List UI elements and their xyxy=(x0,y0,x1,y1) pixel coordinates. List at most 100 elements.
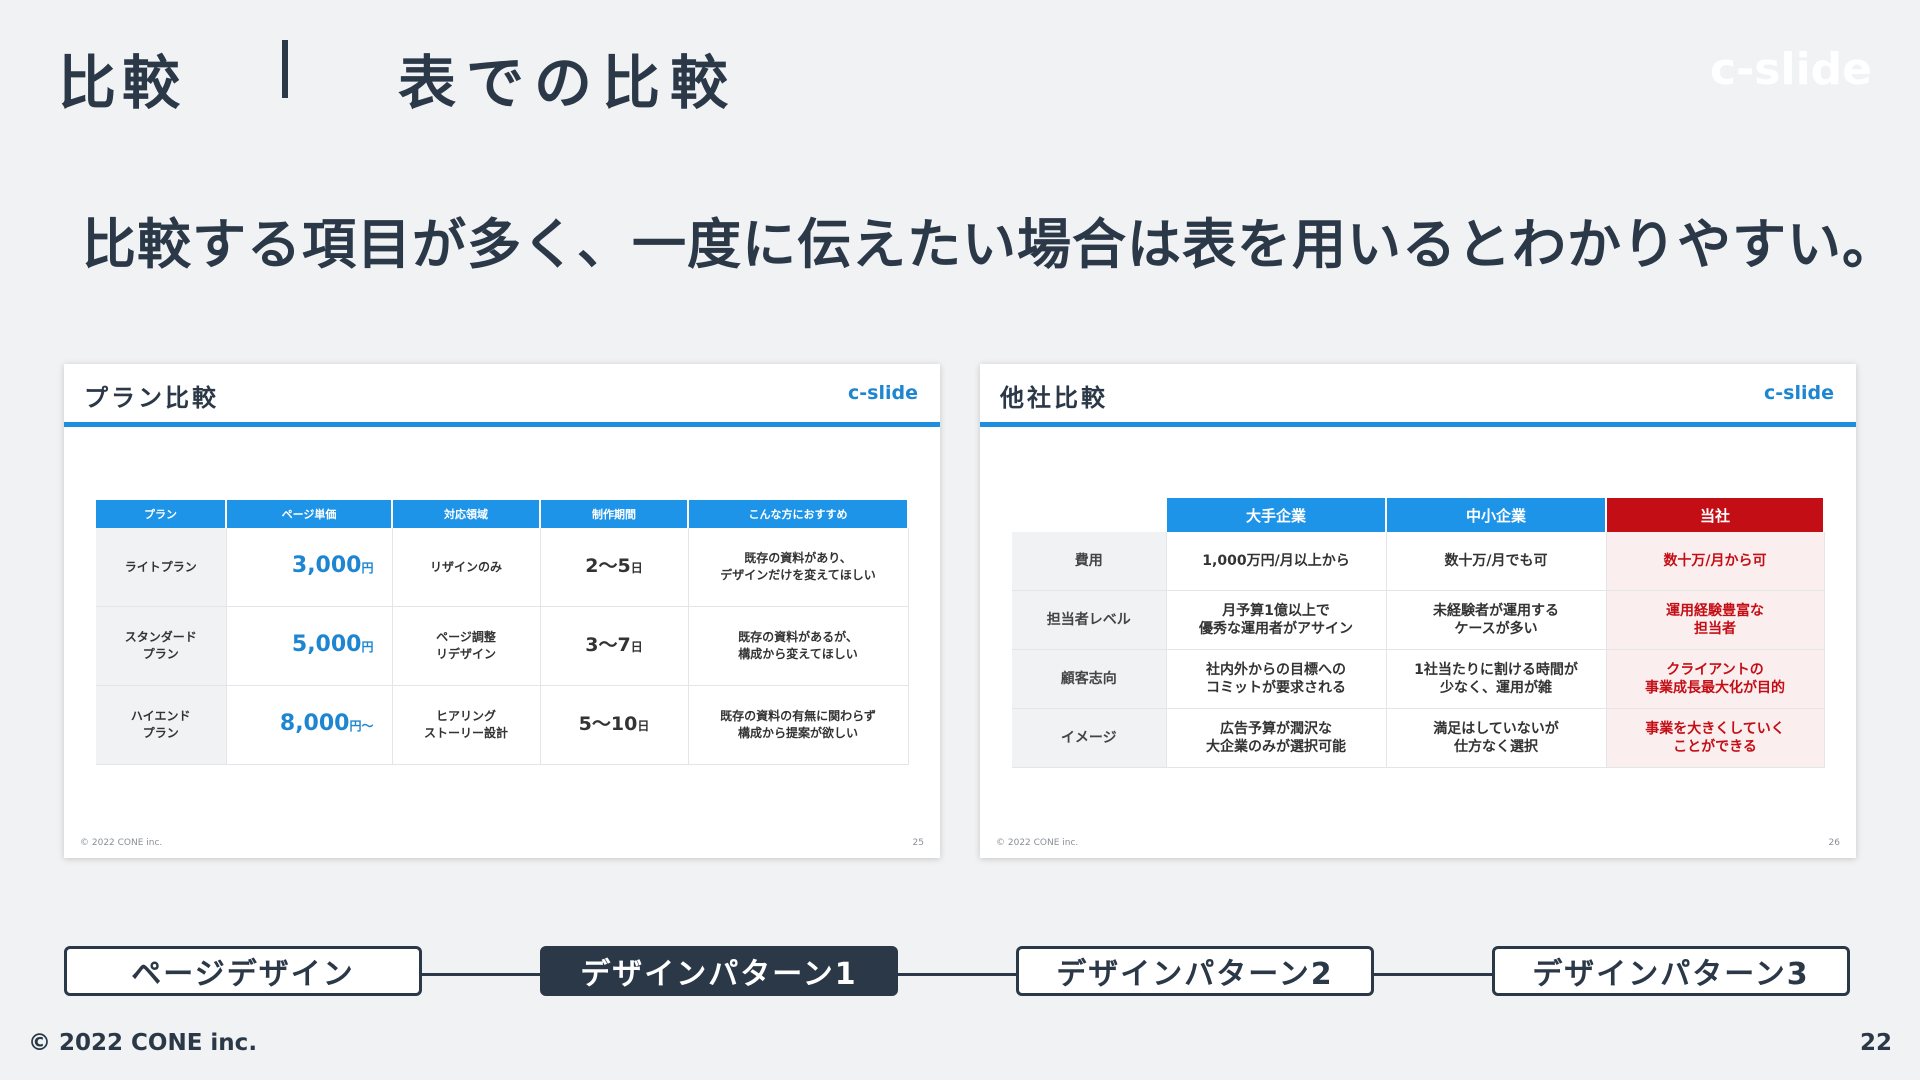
price-value: 5,000 xyxy=(291,632,362,657)
slide-page-number: 26 xyxy=(1828,838,1840,848)
period-cell: 5〜10日 xyxy=(540,685,689,765)
price-cell: 3,000円 xyxy=(226,528,393,607)
page-subtitle: 表での比較 xyxy=(398,49,739,117)
recommend-text: 既存の資料の有無に関わらず 構成から提案が欲しい xyxy=(720,709,876,740)
price-value: 3,000 xyxy=(291,553,362,578)
period-cell: 3〜7日 xyxy=(540,606,689,686)
slide-copyright: © 2022 CONE inc. xyxy=(80,838,163,848)
scope-cell: リザインのみ xyxy=(392,528,541,607)
column-header: 中小企業 xyxy=(1386,498,1607,532)
table-row: 費用 1,000万円/月以上から 数十万/月でも可 数十万/月から可 xyxy=(1012,532,1825,591)
scope-text: リザインのみ xyxy=(429,559,502,574)
row-label-cell: 担当者レベル xyxy=(1012,590,1167,650)
slide-page-number: 25 xyxy=(912,838,924,848)
scope-text: ページ調整 リデザイン xyxy=(435,630,496,661)
scope-cell: ページ調整 リデザイン xyxy=(392,606,541,686)
footer-page-number: 22 xyxy=(1859,1030,1892,1056)
row-label-cell: 費用 xyxy=(1012,532,1167,591)
small-company-cell: 数十万/月でも可 xyxy=(1386,532,1607,591)
period-unit: 日 xyxy=(630,639,643,654)
plan-table: プラン ページ単価 対応領域 制作期間 こんな方におすすめ ライトプラン 3,00… xyxy=(96,500,909,765)
column-header: 大手企業 xyxy=(1166,498,1387,532)
own-company-text: 数十万/月から可 xyxy=(1663,553,1767,569)
plan-name-cell: ハイエンド プラン xyxy=(96,685,227,765)
table-row: イメージ 広告予算が潤沢な 大企業のみが選択可能 満足はしていないが 仕方なく選択 事業を… xyxy=(1012,708,1825,768)
column-header: こんな方におすすめ xyxy=(688,500,909,528)
column-header: 対応領域 xyxy=(392,500,541,528)
price-unit: 円 xyxy=(361,561,374,575)
table-row: ライトプラン 3,000円 リザインのみ 2〜5日 既存の資料があり、 デザインだけを変え… xyxy=(96,528,909,607)
title-divider xyxy=(282,40,288,98)
large-company-cell: 広告予算が潤沢な 大企業のみが選択可能 xyxy=(1166,708,1387,768)
table-row: スタンダード プラン 5,000円 ページ調整 リデザイン 3〜7日 既存の資料があるが、構… xyxy=(96,606,909,686)
own-company-text: 事業を大きくしていく ことができる xyxy=(1645,721,1785,755)
table-row: ハイエンド プラン 8,000円〜 ヒアリング ストーリー設計 5〜10日 既存の資料の有無… xyxy=(96,685,909,765)
own-company-cell: 運用経験豊富な 担当者 xyxy=(1606,590,1825,650)
recommend-text: 既存の資料があり、 デザインだけを変えてほしい xyxy=(720,551,876,582)
row-label-text: イメージ xyxy=(1060,730,1117,746)
plan-name: ハイエンド プラン xyxy=(130,709,191,740)
slide-title-rule xyxy=(64,422,940,427)
table-header-row: 大手企業 中小企業 当社 xyxy=(1012,498,1825,532)
large-company-cell: 社内外からの目標への コミットが要求される xyxy=(1166,649,1387,709)
nav-design-pattern-2[interactable]: デザインパターン2 xyxy=(1016,946,1374,996)
slide-title: プラン比較 xyxy=(84,384,219,412)
headline: 比較する項目が多く、一度に伝えたい場合は表を用いるとわかりやすい。 xyxy=(82,213,1897,276)
column-header: 制作期間 xyxy=(540,500,689,528)
period-value: 3〜7 xyxy=(585,633,631,656)
brand-logo: c-slide xyxy=(1709,44,1872,95)
own-company-cell: 数十万/月から可 xyxy=(1606,532,1825,591)
row-label-text: 顧客志向 xyxy=(1060,671,1117,687)
small-company-text: 1社当たりに割ける時間が 少なく、運用が雑 xyxy=(1414,662,1578,696)
plan-name-cell: スタンダード プラン xyxy=(96,606,227,686)
nav-connector-line xyxy=(320,973,1600,976)
slide-thumbnail-plan[interactable]: プラン比較 c-slide プラン ページ単価 対応領域 制作期間 こんな方にお… xyxy=(64,364,940,858)
period-unit: 日 xyxy=(637,718,650,733)
plan-name: ライトプラン xyxy=(124,559,197,574)
price-cell: 8,000円〜 xyxy=(226,685,393,765)
small-company-cell: 1社当たりに割ける時間が 少なく、運用が雑 xyxy=(1386,649,1607,709)
price-unit: 円 xyxy=(361,640,374,654)
period-unit: 日 xyxy=(630,560,643,575)
recommend-cell: 既存の資料があるが、 構成から変えてほしい xyxy=(688,606,909,686)
period-cell: 2〜5日 xyxy=(540,528,689,607)
competitor-table: 大手企業 中小企業 当社 費用 1,000万円/月以上から 数十万/月でも可 数十万/… xyxy=(1012,498,1825,768)
row-label-cell: 顧客志向 xyxy=(1012,649,1167,709)
footer-copyright: © 2022 CONE inc. xyxy=(28,1030,258,1056)
nav-page-design[interactable]: ページデザイン xyxy=(64,946,422,996)
price-cell: 5,000円 xyxy=(226,606,393,686)
price-value: 8,000 xyxy=(279,711,350,736)
nav-design-pattern-3[interactable]: デザインパターン3 xyxy=(1492,946,1850,996)
column-header: プラン xyxy=(96,500,227,528)
own-company-cell: クライアントの 事業成長最大化が目的 xyxy=(1606,649,1825,709)
slide-copyright: © 2022 CONE inc. xyxy=(996,838,1079,848)
own-company-text: クライアントの 事業成長最大化が目的 xyxy=(1645,662,1785,696)
slide-brand-logo: c-slide xyxy=(1764,382,1834,404)
own-company-text: 運用経験豊富な 担当者 xyxy=(1666,603,1764,637)
section-title: 比較 xyxy=(58,49,187,117)
slide-title-rule xyxy=(980,422,1856,427)
small-company-text: 満足はしていないが 仕方なく選択 xyxy=(1433,721,1559,755)
large-company-text: 1,000万円/月以上から xyxy=(1202,553,1350,569)
column-header: ページ単価 xyxy=(226,500,393,528)
small-company-text: 数十万/月でも可 xyxy=(1444,553,1548,569)
plan-name: スタンダード プラン xyxy=(124,630,197,661)
recommend-cell: 既存の資料の有無に関わらず 構成から提案が欲しい xyxy=(688,685,909,765)
large-company-cell: 1,000万円/月以上から xyxy=(1166,532,1387,591)
period-value: 2〜5 xyxy=(585,554,631,577)
large-company-text: 広告予算が潤沢な 大企業のみが選択可能 xyxy=(1206,721,1346,755)
table-header-row: プラン ページ単価 対応領域 制作期間 こんな方におすすめ xyxy=(96,500,909,528)
column-header-own: 当社 xyxy=(1606,498,1825,532)
plan-name-cell: ライトプラン xyxy=(96,528,227,607)
table-row: 担当者レベル 月予算1億以上で 優秀な運用者がアサイン 未経験者が運用する ケースが多い… xyxy=(1012,590,1825,650)
nav-design-pattern-1[interactable]: デザインパターン1 xyxy=(540,946,898,996)
table-row: 顧客志向 社内外からの目標への コミットが要求される 1社当たりに割ける時間が 少なく、… xyxy=(1012,649,1825,709)
own-company-cell: 事業を大きくしていく ことができる xyxy=(1606,708,1825,768)
column-header xyxy=(1012,498,1167,532)
slide-thumbnail-competitor[interactable]: 他社比較 c-slide 大手企業 中小企業 当社 費用 1,000万円/月以上か… xyxy=(980,364,1856,858)
slide-brand-logo: c-slide xyxy=(848,382,918,404)
large-company-text: 社内外からの目標への コミットが要求される xyxy=(1206,662,1346,696)
row-label-text: 担当者レベル xyxy=(1046,612,1131,628)
recommend-text: 既存の資料があるが、 構成から変えてほしい xyxy=(738,630,858,661)
scope-cell: ヒアリング ストーリー設計 xyxy=(392,685,541,765)
